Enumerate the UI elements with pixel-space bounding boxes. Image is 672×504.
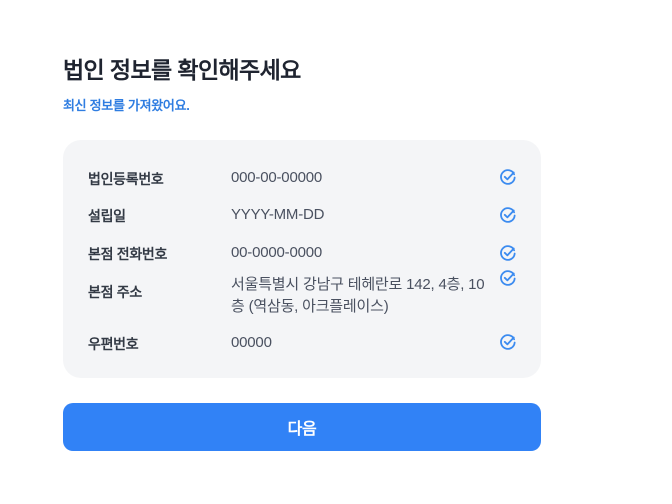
check-circle-icon — [500, 270, 516, 286]
check-circle-icon — [500, 207, 516, 223]
check-circle-icon — [500, 245, 516, 261]
info-row-value: 00000 — [231, 334, 272, 351]
page-subtitle: 최신 정보를 가져왔어요. — [63, 98, 190, 113]
info-row-value: 000-00-00000 — [231, 169, 323, 186]
info-row-label: 우편번호 — [88, 336, 139, 352]
info-row-value: 서울특별시 강남구 테헤란로 142, 4층, 10층 (역삼동, 아크플레이스… — [231, 276, 485, 315]
next-button[interactable]: 다음 — [63, 403, 541, 451]
corporate-info-page: 법인 정보를 확인해주세요 최신 정보를 가져왔어요. 법인등록번호 000-0… — [0, 0, 672, 504]
page-title: 법인 정보를 확인해주세요 — [63, 57, 301, 83]
info-row-value: YYYY-MM-DD — [231, 206, 325, 223]
check-circle-icon — [500, 169, 516, 185]
info-row-label: 법인등록번호 — [88, 171, 164, 187]
info-row-label: 본점 전화번호 — [88, 246, 168, 262]
info-row-value: 00-0000-0000 — [231, 244, 323, 261]
info-row-label: 본점 주소 — [88, 284, 142, 300]
check-circle-icon — [500, 334, 516, 350]
info-row-label: 설립일 — [88, 208, 126, 224]
corporate-info-card: 법인등록번호 000-00-00000 설립일 YYYY-MM-DD 본점 전화… — [63, 140, 541, 378]
